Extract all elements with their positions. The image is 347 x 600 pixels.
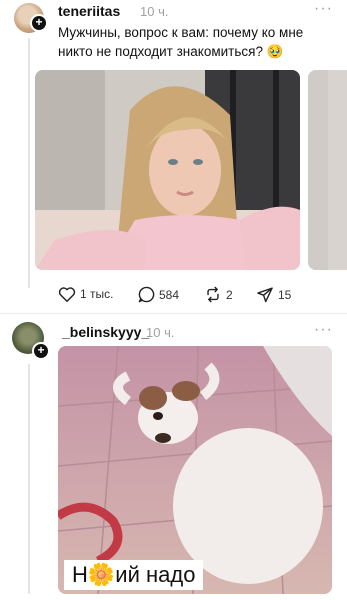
post-teneriitas: + teneriitas 10 ч. ··· Мужчины, вопрос к… [0,0,347,320]
follow-button[interactable]: + [30,14,48,32]
thread-line [28,38,30,288]
post-belinskyyy: + _belinskyyy_ 10 ч. ··· Н🌼ий надо [0,314,347,600]
like-count: 1 тыс. [80,287,114,301]
thread-line [28,364,30,594]
repost-count: 2 [226,287,233,302]
post-image-next[interactable] [308,70,347,270]
photo-peek [308,70,347,270]
heart-icon [58,287,76,302]
meme-caption: Н🌼ий надо [64,560,204,590]
send-icon [257,287,273,303]
meme-caption-text: Н🌼ий надо [72,562,196,587]
share-count: 15 [278,287,292,302]
username[interactable]: _belinskyyy_ [62,324,149,340]
repost-icon [207,286,219,303]
follow-button[interactable]: + [32,342,50,360]
repost-button[interactable]: 2 [204,286,233,303]
timestamp: 10 ч. [140,4,169,19]
more-options-icon[interactable]: ··· [314,0,333,18]
comment-count: 584 [159,287,180,302]
timestamp: 10 ч. [146,325,175,340]
comment-button[interactable]: 584 [138,286,179,303]
share-button[interactable]: 15 [256,286,291,303]
username[interactable]: teneriitas [58,3,120,19]
more-options-icon[interactable]: ··· [314,321,333,339]
post-image[interactable] [35,70,300,270]
selfie-photo [35,70,300,270]
like-button[interactable]: 1 тыс. [58,286,113,302]
post-image[interactable]: Н🌼ий надо [58,346,332,594]
dog-photo [58,346,332,594]
comment-icon [138,286,155,303]
post-text: Мужчины, вопрос к вам: почему ко мне ник… [58,25,304,59]
